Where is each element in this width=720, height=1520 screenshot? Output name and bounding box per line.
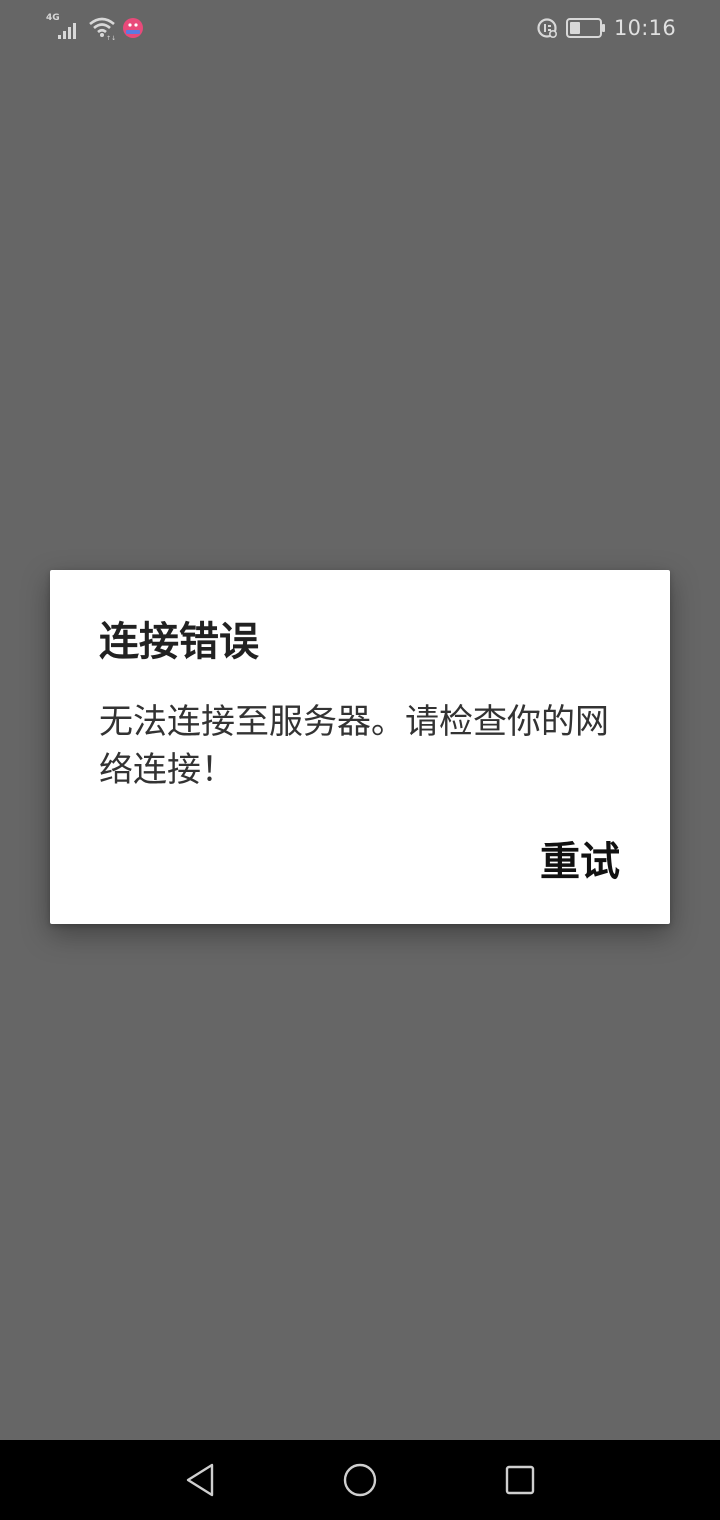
status-right-group: 10:16 <box>536 14 676 42</box>
recent-apps-icon <box>505 1465 535 1495</box>
cellular-signal: 4G <box>46 13 82 41</box>
clock: 10:16 <box>613 16 676 40</box>
dialog-message: 无法连接至服务器。请检查你的网络连接！ <box>99 702 609 790</box>
app-notification-icon <box>123 18 143 38</box>
connection-error-dialog: 连接错误 无法连接至服务器。请检查你的网络连接！ 重试 <box>50 570 670 924</box>
signal-icon <box>58 23 76 39</box>
recent-apps-button[interactable] <box>498 1458 542 1502</box>
back-button[interactable] <box>178 1458 222 1502</box>
status-left-group: 4G ↑↓ <box>46 13 144 42</box>
retry-button[interactable]: 重试 <box>530 832 630 892</box>
data-saver-icon <box>537 18 557 39</box>
dialog-title: 连接错误 <box>99 619 259 665</box>
svg-text:↑↓: ↑↓ <box>106 35 116 40</box>
battery-icon <box>565 18 605 38</box>
status-bar: 4G ↑↓ 10:16 <box>0 0 720 56</box>
back-icon <box>186 1463 214 1497</box>
home-button[interactable] <box>338 1458 382 1502</box>
screen: 4G ↑↓ 10:16 连接错误 无法连接至服务器。请检查你的网络连接！ 重试 <box>0 0 720 1520</box>
home-icon <box>343 1463 377 1497</box>
navigation-bar <box>0 1440 720 1520</box>
wifi-icon: ↑↓ <box>89 17 116 40</box>
